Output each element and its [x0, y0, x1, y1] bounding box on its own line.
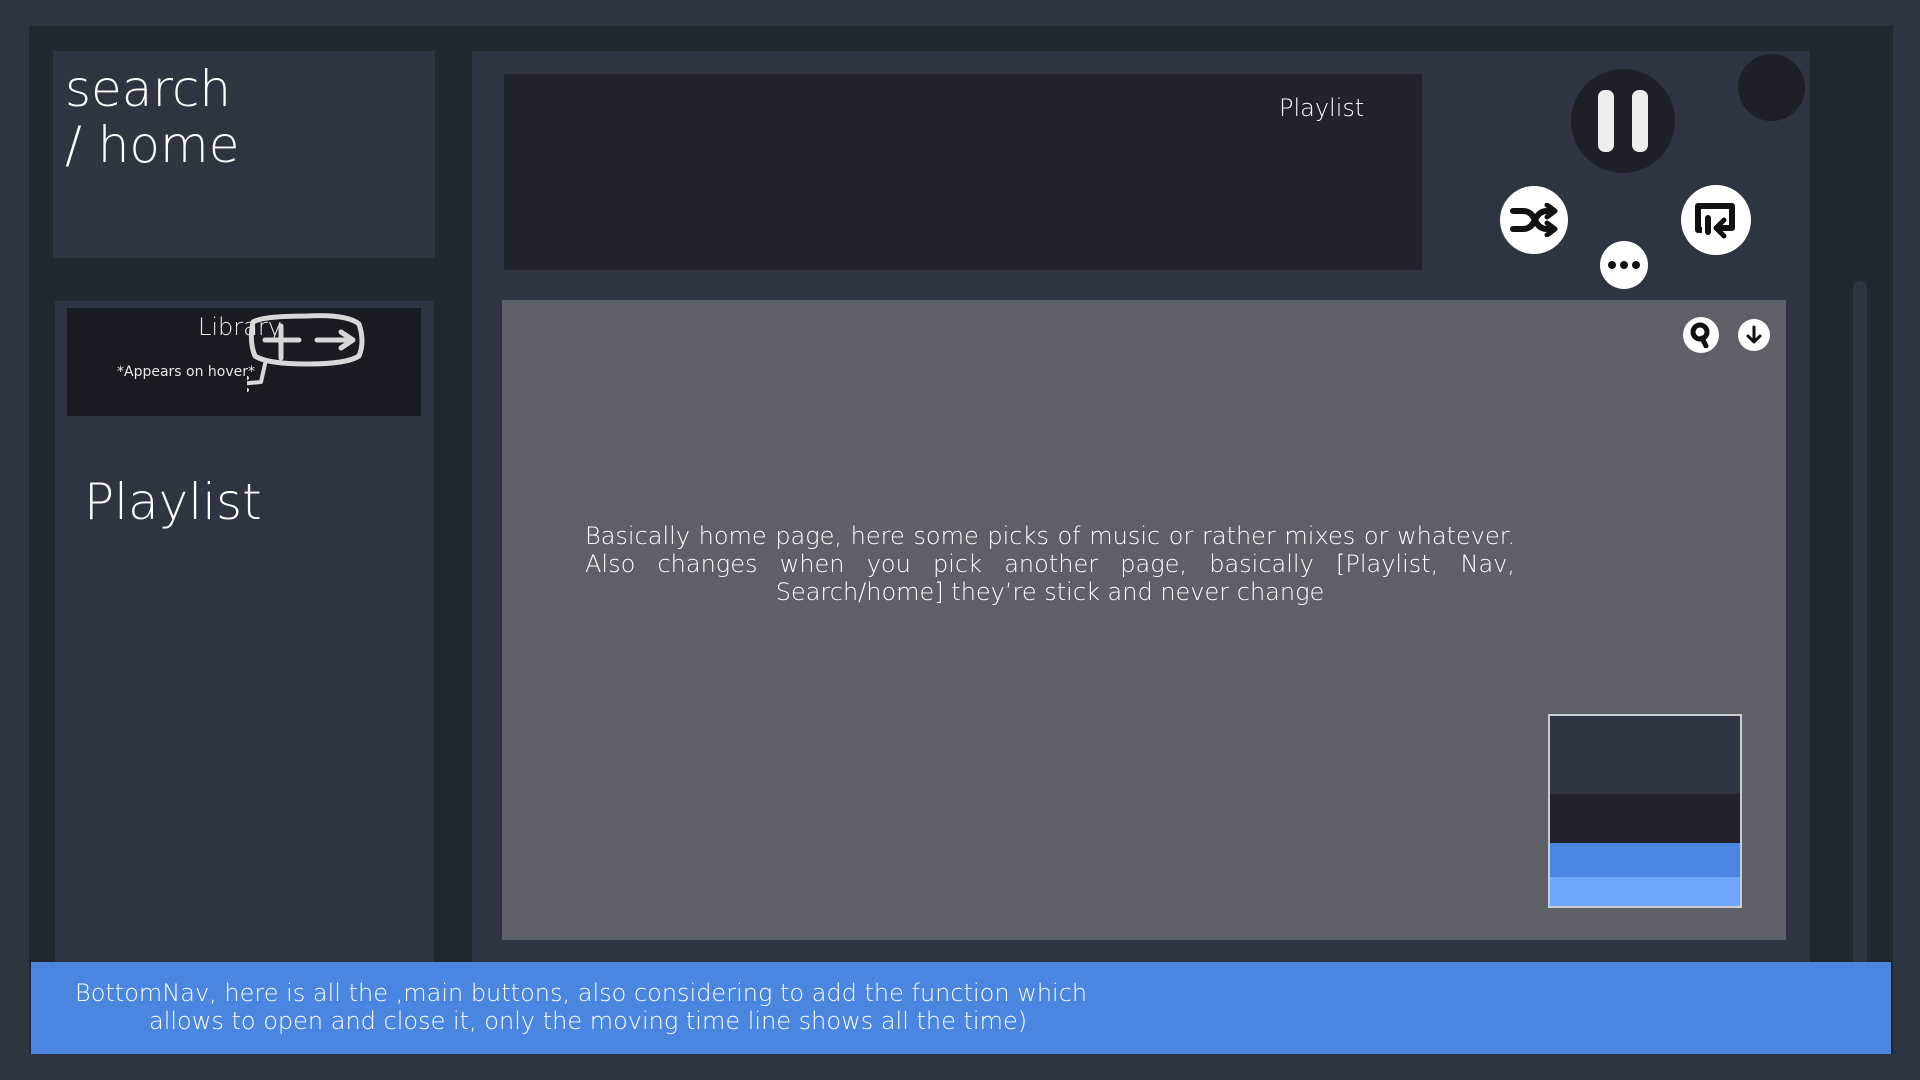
- palette-color-4: [1550, 877, 1740, 906]
- pause-icon-bar: [1632, 90, 1648, 152]
- home-content-area: Basically home page, here some picks of …: [502, 300, 1786, 940]
- pause-button[interactable]: [1571, 69, 1675, 173]
- home-description: Basically home page, here some picks of …: [585, 522, 1515, 606]
- main-column: Playlist Basically home page, here some …: [472, 51, 1810, 1054]
- more-icon: [1608, 261, 1640, 269]
- search-title-line2: / home: [65, 116, 240, 174]
- pause-icon: [1598, 90, 1614, 152]
- repeat-button[interactable]: [1681, 185, 1751, 255]
- library-playlist-item[interactable]: Playlist: [84, 473, 262, 531]
- palette-color-1: [1550, 716, 1740, 794]
- add-and-arrow-sketch-icon: [247, 313, 365, 392]
- palette-color-2: [1550, 794, 1740, 843]
- library-header[interactable]: Library *Appears on hover*: [67, 308, 421, 416]
- color-palette-swatch: [1548, 714, 1742, 908]
- search-title-line1: search: [65, 60, 232, 118]
- hover-note: *Appears on hover*: [117, 364, 256, 380]
- library-panel: Library *Appears on hover* Playlist: [55, 301, 434, 991]
- repeat-icon: [1695, 203, 1735, 239]
- bottom-nav[interactable]: BottomNav, here is all the ,main buttons…: [31, 962, 1891, 1054]
- download-icon: [1746, 325, 1762, 344]
- search-icon: [1690, 322, 1710, 348]
- shuffle-icon: [1510, 203, 1558, 237]
- content-search-button[interactable]: [1683, 317, 1719, 353]
- avatar[interactable]: [1738, 54, 1805, 121]
- scrollbar[interactable]: [1853, 281, 1867, 1001]
- bottom-nav-description: BottomNav, here is all the ,main buttons…: [75, 979, 1087, 1035]
- now-playing-label: Playlist: [1279, 94, 1365, 122]
- palette-color-3: [1550, 843, 1740, 877]
- bottom-nav-line1: BottomNav, here is all the ,main buttons…: [75, 979, 1088, 1007]
- shuffle-button[interactable]: [1500, 186, 1568, 254]
- search-home-title: search / home: [65, 61, 240, 173]
- search-home-panel[interactable]: search / home: [53, 51, 435, 258]
- now-playing-banner[interactable]: Playlist: [504, 74, 1422, 270]
- content-download-button[interactable]: [1738, 319, 1770, 351]
- more-options-button[interactable]: [1600, 241, 1648, 289]
- bottom-nav-line2: allows to open and close it, only the mo…: [149, 1007, 1028, 1035]
